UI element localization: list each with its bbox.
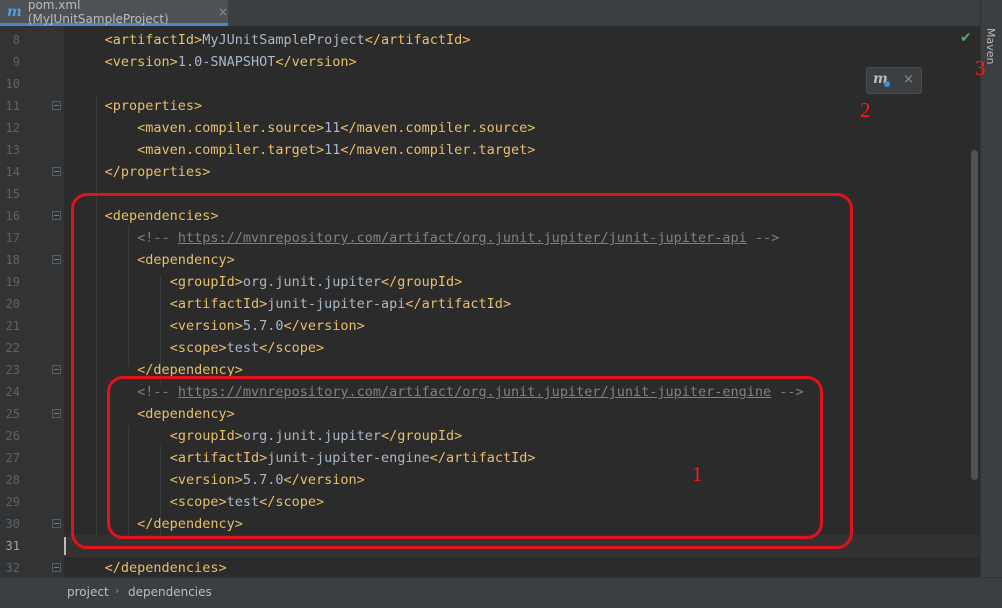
chevron-right-icon: ›	[115, 584, 120, 597]
vertical-scrollbar[interactable]	[971, 150, 978, 480]
editor-tab-bar: m pom.xml (MyJUnitSampleProject) ×	[0, 0, 980, 27]
code-line: </properties>	[64, 161, 980, 183]
close-icon[interactable]: ×	[218, 5, 228, 19]
annotation-label-1: 1	[692, 462, 703, 486]
right-tool-strip	[980, 0, 1002, 577]
code-token: <version>	[104, 54, 178, 70]
line-number: 19	[5, 275, 20, 289]
fold-marker-icon[interactable]	[52, 255, 61, 264]
text-caret	[64, 537, 66, 555]
code-line: </dependencies>	[64, 557, 980, 579]
breadcrumb-item-project[interactable]: project	[67, 585, 109, 599]
inspection-ok-icon[interactable]: ✔	[960, 30, 972, 46]
code-token: <maven.compiler.source>	[137, 120, 325, 136]
line-number: 22	[5, 341, 20, 355]
line-number: 10	[5, 77, 20, 91]
line-number: 17	[5, 231, 20, 245]
code-token: <maven.compiler.target>	[137, 142, 325, 158]
line-number: 15	[5, 187, 20, 201]
line-number: 11	[5, 99, 20, 113]
fold-marker-icon[interactable]	[52, 101, 61, 110]
code-token: </version>	[275, 54, 357, 70]
code-token: 1.0-SNAPSHOT	[177, 54, 276, 70]
breadcrumb-item-dependencies[interactable]: dependencies	[128, 585, 212, 599]
code-line: <properties>	[64, 95, 980, 117]
code-line: <version>1.0-SNAPSHOT</version>	[64, 51, 980, 73]
fold-marker-icon[interactable]	[52, 365, 61, 374]
code-token: </properties>	[104, 164, 211, 180]
tab-label: pom.xml (MyJUnitSampleProject)	[27, 0, 169, 26]
line-number: 21	[5, 319, 20, 333]
line-number: 31	[5, 539, 20, 553]
line-number: 13	[5, 143, 20, 157]
code-token: MyJUnitSampleProject	[202, 32, 365, 48]
line-number-gutter: 8 9 10 11 12 13 14 15 16 17 18 19 20 21 22 23 24 25 26 27 28…	[0, 26, 64, 577]
line-number: 8	[12, 33, 20, 47]
maven-tool-window-button[interactable]: Maven	[984, 28, 997, 64]
fold-marker-icon[interactable]	[52, 167, 61, 176]
fold-marker-icon[interactable]	[52, 409, 61, 418]
line-number: 20	[5, 297, 20, 311]
code-token: </dependencies>	[104, 560, 227, 576]
close-icon[interactable]: ×	[903, 72, 914, 87]
code-line: <maven.compiler.target>11</maven.compile…	[64, 139, 980, 161]
fold-marker-icon[interactable]	[52, 519, 61, 528]
maven-load-changes-popup: m ×	[866, 67, 922, 94]
fold-marker-icon[interactable]	[52, 563, 61, 572]
line-number: 30	[5, 517, 20, 531]
code-token: </maven.compiler.source>	[340, 120, 536, 136]
code-line: <artifactId>MyJUnitSampleProject</artifa…	[64, 29, 980, 51]
line-number: 9	[12, 55, 20, 69]
code-token: <artifactId>	[104, 32, 203, 48]
reload-badge-icon	[884, 81, 890, 87]
line-number: 23	[5, 363, 20, 377]
line-number: 12	[5, 121, 20, 135]
line-number: 18	[5, 253, 20, 267]
line-number: 29	[5, 495, 20, 509]
line-number: 32	[5, 561, 20, 575]
annotation-box-inner	[107, 376, 823, 539]
code-token: </artifactId>	[364, 32, 471, 48]
line-number: 27	[5, 451, 20, 465]
maven-file-icon: m	[7, 3, 22, 20]
fold-marker-icon[interactable]	[52, 211, 61, 220]
code-token: 11	[324, 120, 341, 136]
line-number: 26	[5, 429, 20, 443]
annotation-label-2: 2	[860, 98, 871, 122]
code-token: 11	[324, 142, 341, 158]
code-token: </maven.compiler.target>	[340, 142, 536, 158]
line-number: 16	[5, 209, 20, 223]
line-number: 28	[5, 473, 20, 487]
annotation-label-3: 3	[975, 56, 986, 80]
line-number: 25	[5, 407, 20, 421]
line-number: 14	[5, 165, 20, 179]
breadcrumb: project › dependencies	[0, 577, 1002, 608]
tab-pom-xml[interactable]: m pom.xml (MyJUnitSampleProject) ×	[0, 0, 228, 26]
code-token: <properties>	[104, 98, 203, 114]
line-number: 24	[5, 385, 20, 399]
code-line: <maven.compiler.source>11</maven.compile…	[64, 117, 980, 139]
